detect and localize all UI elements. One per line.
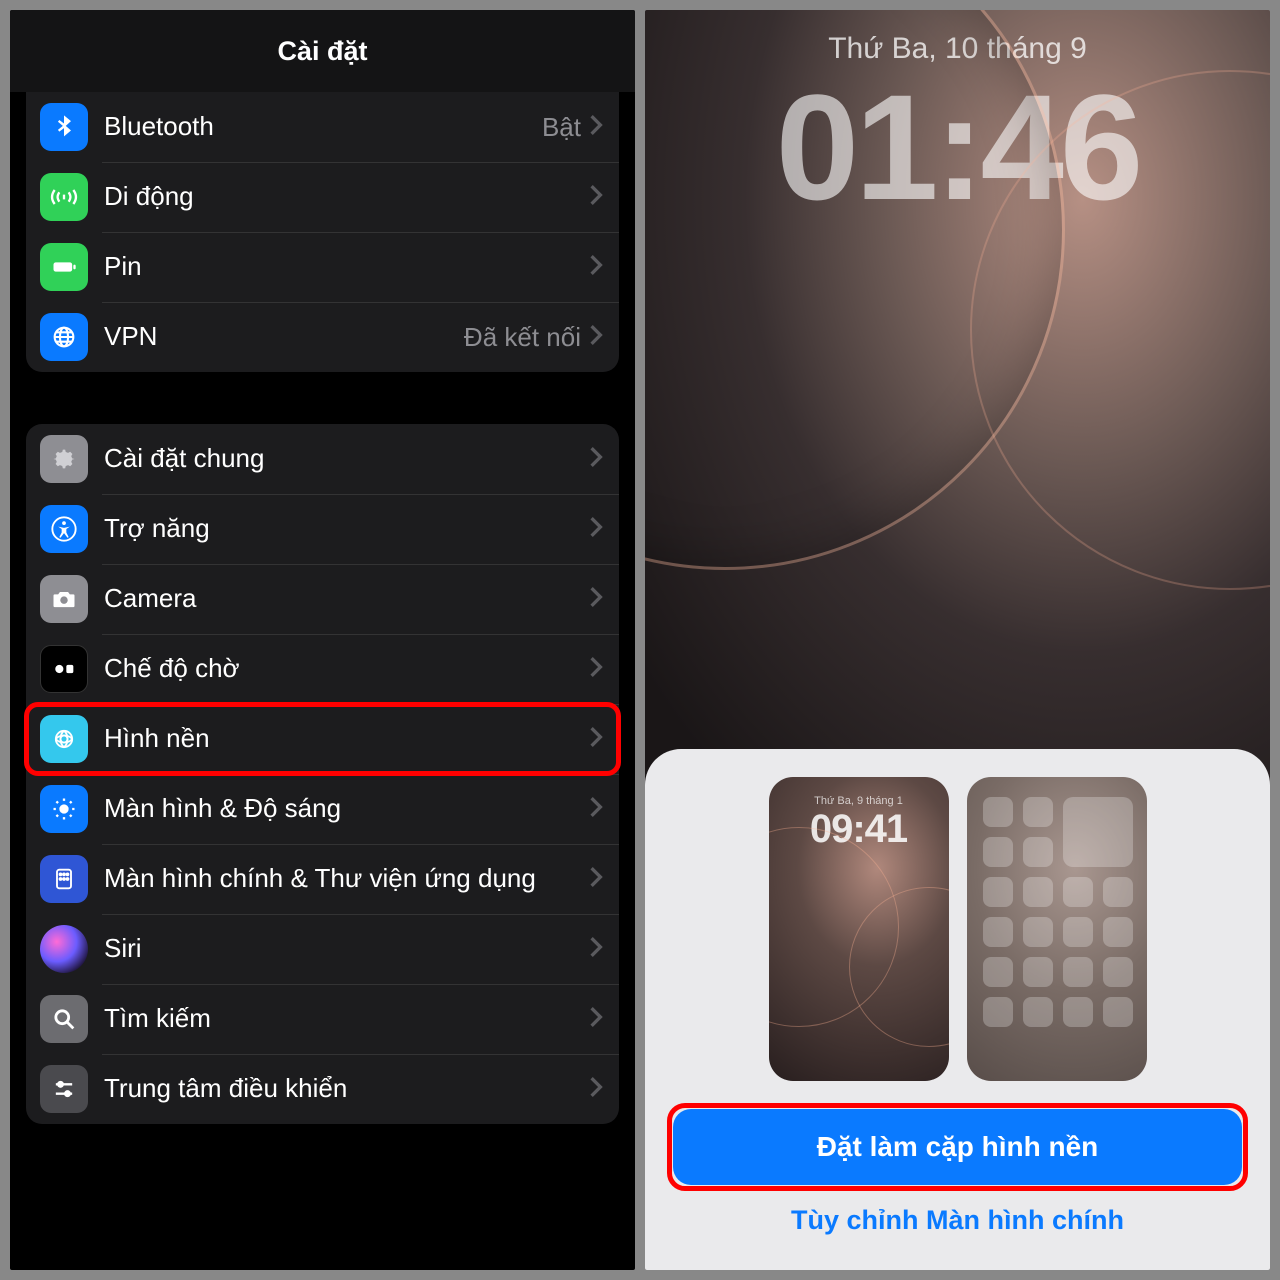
row-vpn[interactable]: VPN Đã kết nối	[26, 302, 619, 372]
row-label: Chế độ chờ	[104, 654, 589, 684]
row-label: Trợ năng	[104, 514, 589, 544]
chevron-right-icon	[589, 656, 603, 683]
row-controlcenter[interactable]: Trung tâm điều khiển	[26, 1054, 619, 1124]
siri-icon	[40, 925, 88, 973]
settings-group-connectivity: Bluetooth Bật Di động Pin VPN Đã kết nối	[26, 92, 619, 372]
chevron-right-icon	[589, 1006, 603, 1033]
chevron-right-icon	[589, 516, 603, 543]
chevron-right-icon	[589, 324, 603, 351]
row-display[interactable]: Màn hình & Độ sáng	[26, 774, 619, 844]
chevron-right-icon	[589, 586, 603, 613]
wallpaper-preview-panel: Thứ Ba, 10 tháng 9 01:46 Thứ Ba, 9 tháng…	[645, 10, 1270, 1270]
row-battery[interactable]: Pin	[26, 232, 619, 302]
search-icon	[40, 995, 88, 1043]
control-center-icon	[40, 1065, 88, 1113]
row-label: Pin	[104, 252, 589, 282]
row-wallpaper[interactable]: Hình nền	[26, 704, 619, 774]
wallpaper-icon	[40, 715, 88, 763]
row-label: Tìm kiếm	[104, 1004, 589, 1034]
brightness-icon	[40, 785, 88, 833]
row-cellular[interactable]: Di động	[26, 162, 619, 232]
standby-icon	[40, 645, 88, 693]
row-label: Trung tâm điều khiển	[104, 1074, 589, 1104]
row-bluetooth[interactable]: Bluetooth Bật	[26, 92, 619, 162]
row-label: Siri	[104, 934, 589, 964]
wallpaper-pair-previews: Thứ Ba, 9 tháng 1 09:41	[769, 777, 1147, 1081]
settings-group-general: Cài đặt chung Trợ năng Camera Chế độ chờ	[26, 424, 619, 1124]
chevron-right-icon	[589, 726, 603, 753]
row-value: Đã kết nối	[464, 322, 581, 353]
preview-date: Thứ Ba, 9 tháng 1	[814, 795, 903, 807]
row-accessibility[interactable]: Trợ năng	[26, 494, 619, 564]
gear-icon	[40, 435, 88, 483]
chevron-right-icon	[589, 866, 603, 893]
camera-icon	[40, 575, 88, 623]
row-general[interactable]: Cài đặt chung	[26, 424, 619, 494]
homescreen-icon	[40, 855, 88, 903]
row-camera[interactable]: Camera	[26, 564, 619, 634]
row-siri[interactable]: Siri	[26, 914, 619, 984]
action-sheet: Thứ Ba, 9 tháng 1 09:41 Đặt làm cặp hình…	[645, 749, 1270, 1270]
chevron-right-icon	[589, 446, 603, 473]
row-label: Bluetooth	[104, 112, 542, 142]
lockscreen-preview[interactable]: Thứ Ba, 9 tháng 1 09:41	[769, 777, 949, 1081]
chevron-right-icon	[589, 796, 603, 823]
settings-header: Cài đặt	[10, 10, 635, 92]
chevron-right-icon	[589, 936, 603, 963]
button-label: Tùy chỉnh Màn hình chính	[791, 1205, 1124, 1235]
cellular-icon	[40, 173, 88, 221]
settings-title: Cài đặt	[277, 36, 367, 67]
settings-panel: Cài đặt Bluetooth Bật Di động Pin	[10, 10, 635, 1270]
row-search[interactable]: Tìm kiếm	[26, 984, 619, 1054]
row-value: Bật	[542, 112, 581, 143]
chevron-right-icon	[589, 114, 603, 141]
row-homescreen[interactable]: Màn hình chính & Thư viện ứng dụng	[26, 844, 619, 914]
chevron-right-icon	[589, 184, 603, 211]
row-label: Cài đặt chung	[104, 444, 589, 474]
customize-homescreen-button[interactable]: Tùy chỉnh Màn hình chính	[791, 1185, 1124, 1250]
homescreen-preview[interactable]	[967, 777, 1147, 1081]
set-wallpaper-pair-button[interactable]: Đặt làm cặp hình nền	[673, 1109, 1242, 1185]
bluetooth-icon	[40, 103, 88, 151]
button-label: Đặt làm cặp hình nền	[817, 1131, 1099, 1162]
row-standby[interactable]: Chế độ chờ	[26, 634, 619, 704]
row-label: Màn hình & Độ sáng	[104, 794, 589, 824]
row-label: VPN	[104, 322, 464, 352]
row-label: Camera	[104, 584, 589, 614]
homescreen-grid	[967, 777, 1147, 1027]
vpn-icon	[40, 313, 88, 361]
accessibility-icon	[40, 505, 88, 553]
row-label: Di động	[104, 182, 589, 212]
chevron-right-icon	[589, 254, 603, 281]
chevron-right-icon	[589, 1076, 603, 1103]
battery-icon	[40, 243, 88, 291]
row-label: Hình nền	[104, 724, 589, 754]
row-label: Màn hình chính & Thư viện ứng dụng	[104, 864, 589, 894]
